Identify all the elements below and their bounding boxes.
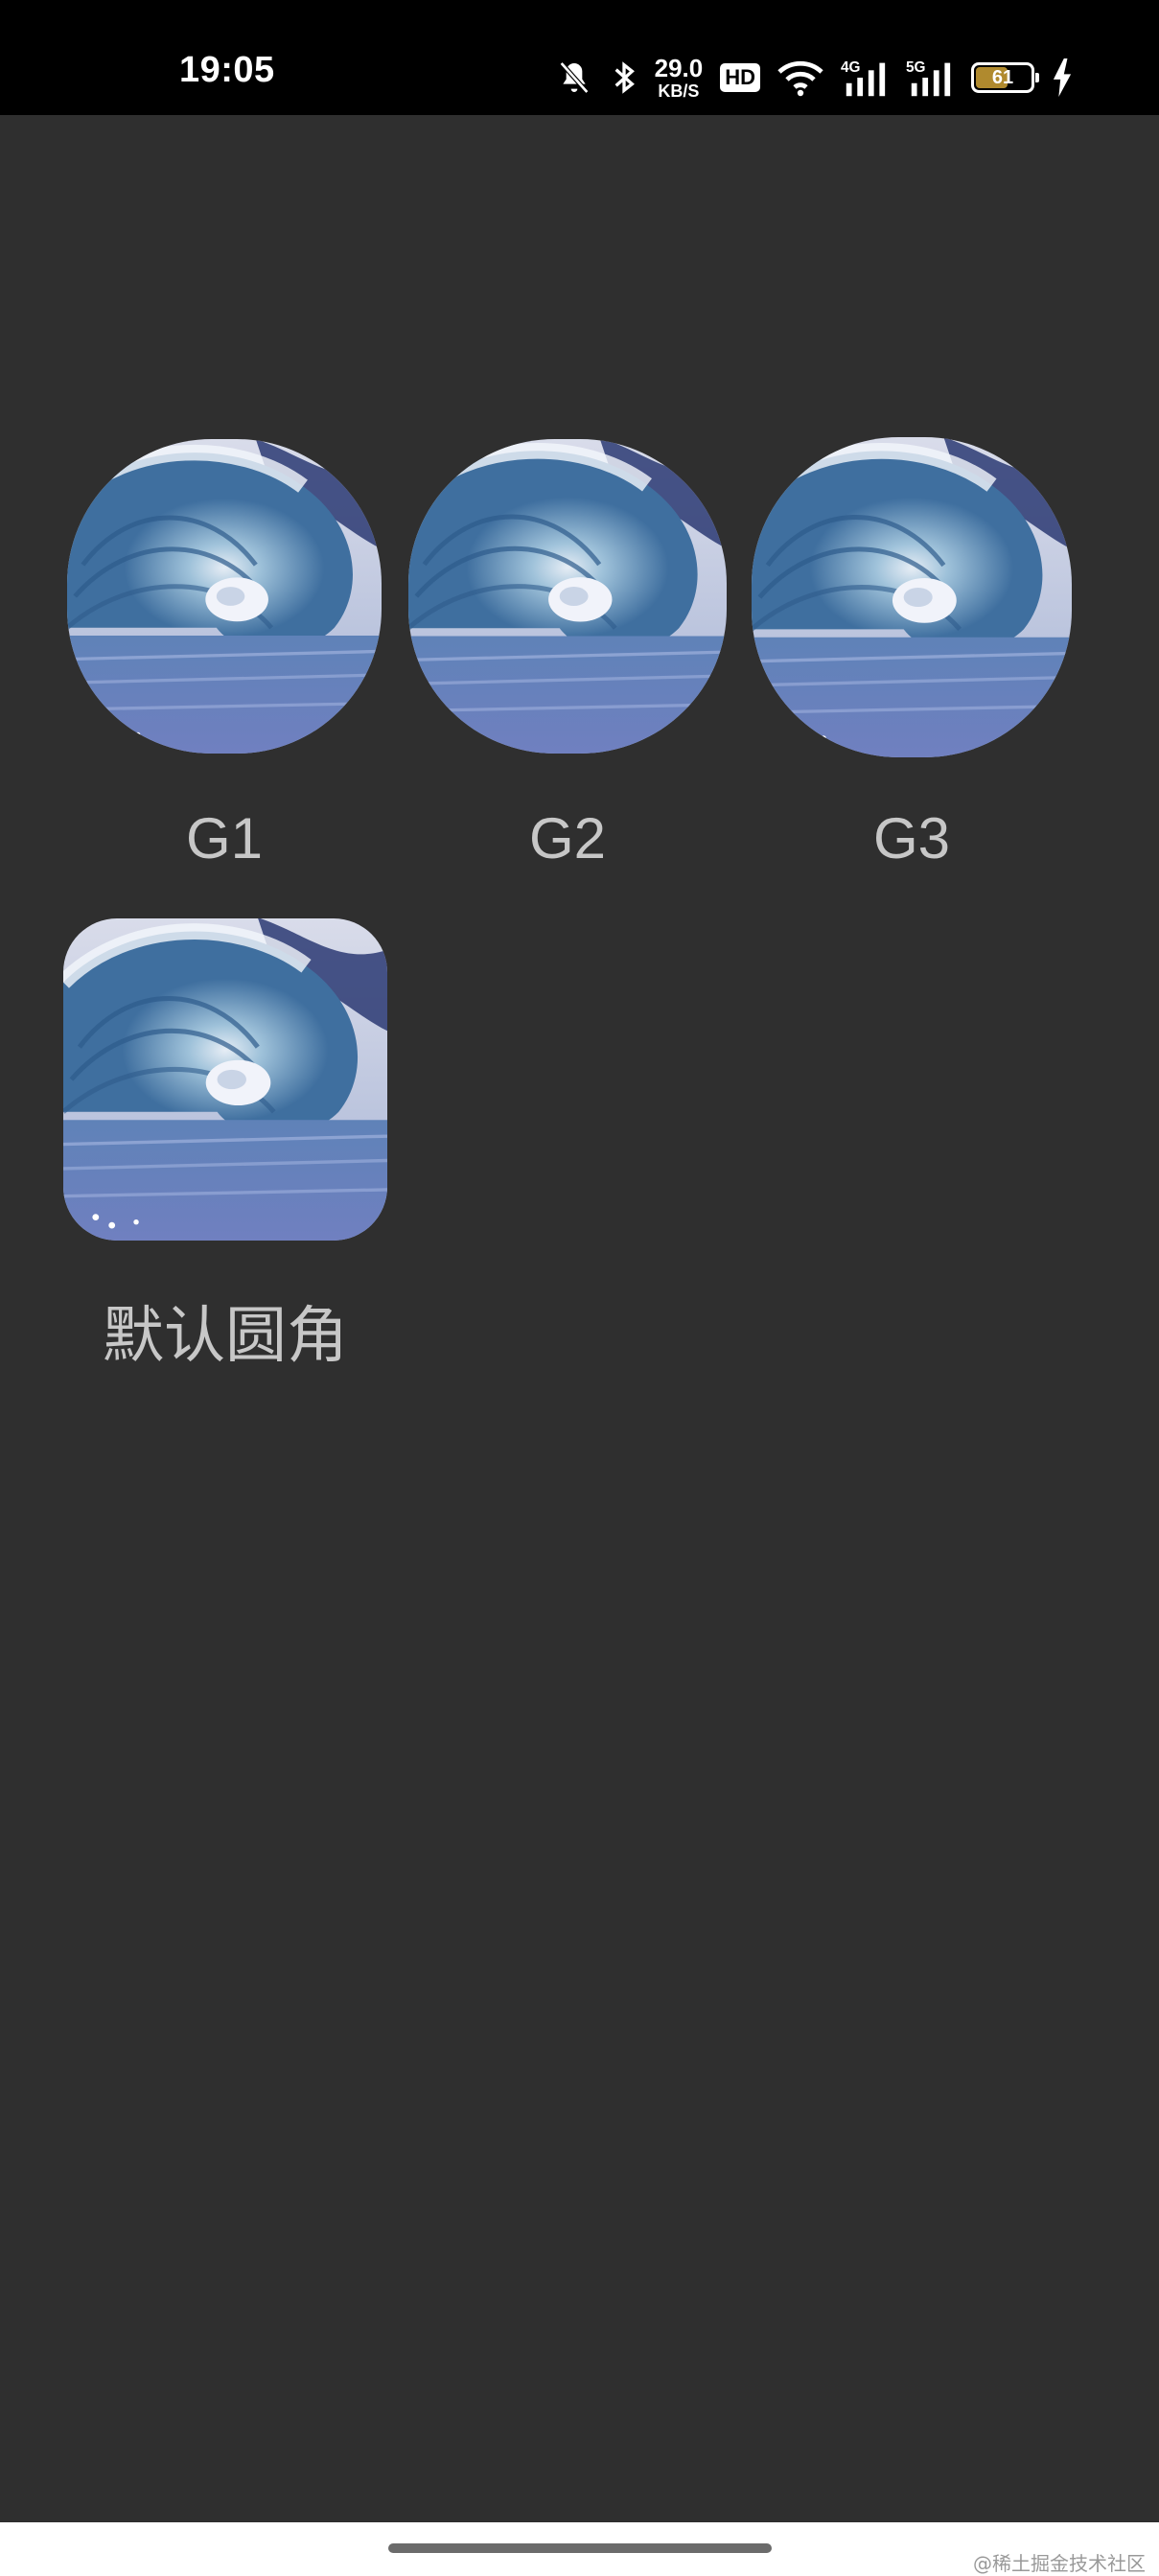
wave-image: [63, 918, 387, 1241]
tile-default-rounded-label: 默认圆角: [103, 1301, 348, 1370]
bluetooth-icon: [611, 58, 637, 97]
signal-1-type-label: 4G: [841, 59, 861, 76]
navigation-bar: @稀土掘金技术社区: [0, 2522, 1159, 2576]
wifi-icon: [777, 58, 823, 97]
wave-image: [752, 437, 1072, 757]
battery-level: 61: [991, 66, 1014, 88]
tile-g2-label: G2: [528, 806, 607, 870]
wave-image: [408, 439, 727, 754]
hd-badge: HD: [720, 63, 760, 92]
status-icons: 29.0 KB/S HD 4G 5G 61: [555, 53, 1073, 103]
mute-bell-icon: [555, 58, 593, 97]
tile-g3-label: G3: [872, 806, 951, 870]
tile-g1-image[interactable]: [67, 439, 382, 754]
watermark: @稀土掘金技术社区: [973, 2552, 1146, 2575]
signal-5g-icon: 5G: [906, 57, 954, 99]
net-speed-value: 29.0: [654, 54, 704, 82]
signal-2-type-label: 5G: [906, 59, 926, 76]
status-bar: 19:05 29.0 KB/S HD 4G 5G 61: [0, 0, 1159, 115]
tile-g1-label: G1: [185, 806, 264, 870]
net-speed: 29.0 KB/S: [655, 56, 704, 100]
status-time: 19:05: [179, 50, 275, 90]
net-speed-unit: KB/S: [658, 81, 700, 101]
wave-image: [67, 439, 382, 754]
battery-icon: 61: [971, 62, 1039, 93]
home-gesture-handle[interactable]: [388, 2543, 772, 2553]
tile-default-rounded-image[interactable]: [63, 918, 387, 1241]
signal-4g-icon: 4G: [841, 57, 889, 99]
tile-g3-image[interactable]: [752, 437, 1072, 757]
tile-g2-image[interactable]: [408, 439, 727, 754]
charging-icon: [1052, 58, 1073, 97]
